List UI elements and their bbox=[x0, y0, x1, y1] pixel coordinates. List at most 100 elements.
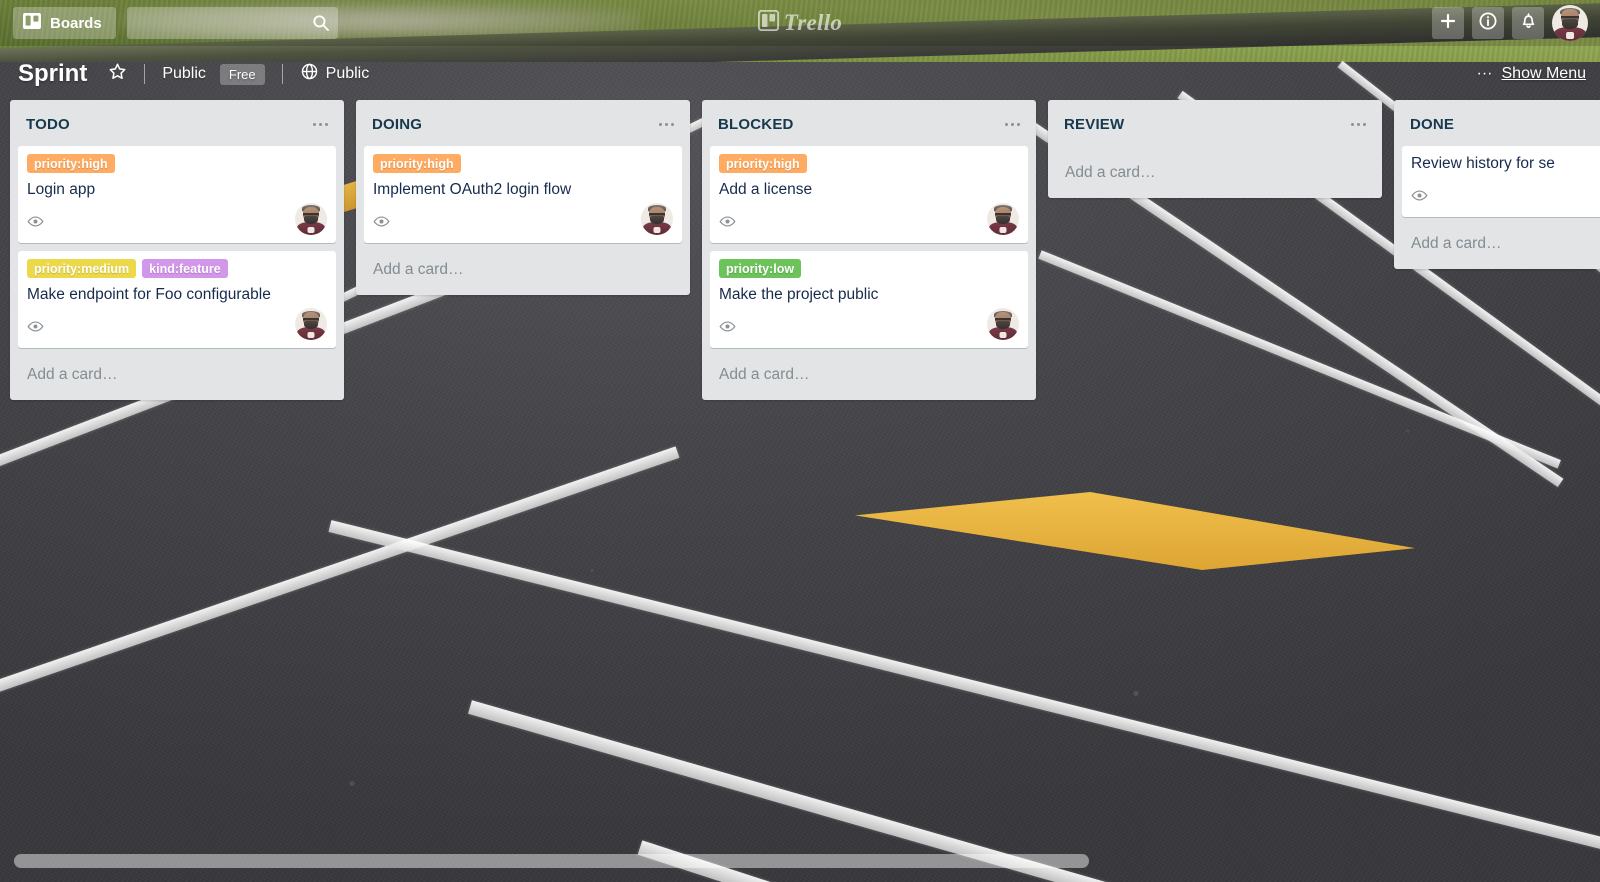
boards-button-label: Boards bbox=[50, 14, 102, 32]
ellipsis-icon: ··· bbox=[1476, 65, 1493, 82]
show-menu-label: Show Menu bbox=[1501, 65, 1587, 82]
card-title: Review history for se bbox=[1411, 155, 1555, 172]
card[interactable]: priority:medium kind:feature Make endpoint… bbox=[18, 251, 336, 349]
list-menu-button[interactable] bbox=[998, 112, 1026, 136]
list-header: BLOCKED bbox=[710, 100, 1028, 146]
trello-logo-text: Trello bbox=[783, 10, 843, 35]
card-title: Make the project public bbox=[719, 286, 879, 304]
board-grid-icon bbox=[23, 12, 41, 34]
star-board-button[interactable] bbox=[99, 58, 136, 90]
watch-eye-icon bbox=[27, 318, 44, 335]
add-card-button[interactable]: Add a card… bbox=[1056, 154, 1374, 190]
list-header: TODO bbox=[18, 100, 336, 146]
list: REVIEW Add a card… bbox=[1048, 100, 1382, 198]
list-title[interactable]: BLOCKED bbox=[718, 116, 998, 133]
top-navigation-bar: Boards Trello bbox=[0, 0, 1600, 46]
information-button[interactable] bbox=[1472, 7, 1504, 39]
card-labels: priority:low bbox=[719, 259, 1019, 279]
card-label[interactable]: priority:low bbox=[719, 259, 802, 279]
card[interactable]: priority:high Login app bbox=[18, 146, 336, 244]
card-label[interactable]: priority:high bbox=[27, 154, 115, 173]
list: TODO priority:high Login app priority:mediu… bbox=[10, 100, 344, 401]
ellipsis-dot bbox=[312, 122, 316, 126]
watch-eye-icon bbox=[27, 213, 44, 230]
avatar-shirt-logo bbox=[1566, 31, 1574, 39]
card-list: priority:high Implement OAuth2 login flow bbox=[364, 146, 682, 244]
notifications-button[interactable] bbox=[1512, 7, 1544, 39]
card-list: priority:high Add a license priority:low Ma… bbox=[710, 146, 1028, 349]
avatar-shirt-logo bbox=[999, 226, 1007, 234]
card-member-avatar[interactable] bbox=[987, 203, 1019, 236]
avatar-shirt-logo bbox=[307, 226, 315, 234]
ellipsis-dot bbox=[1362, 122, 1366, 126]
card-member-avatar[interactable] bbox=[295, 203, 327, 236]
user-avatar[interactable] bbox=[1552, 5, 1588, 41]
board-horizontal-scrollbar[interactable] bbox=[0, 854, 1600, 876]
card-label[interactable]: kind:feature bbox=[142, 259, 228, 279]
list-title[interactable]: TODO bbox=[26, 116, 306, 133]
ellipsis-dot bbox=[1010, 122, 1014, 126]
show-menu-button[interactable]: ··· Show Menu bbox=[1477, 65, 1586, 83]
list-menu-button[interactable] bbox=[1344, 112, 1372, 136]
plus-icon bbox=[1439, 12, 1457, 35]
list-title[interactable]: REVIEW bbox=[1064, 116, 1344, 133]
add-card-button[interactable]: Add a card… bbox=[1402, 225, 1600, 261]
plan-badge: Free bbox=[219, 63, 265, 85]
boards-button[interactable]: Boards bbox=[13, 7, 116, 39]
watch-eye-icon bbox=[719, 318, 736, 335]
card[interactable]: priority:high Add a license bbox=[710, 146, 1028, 244]
watch-eye-icon bbox=[719, 213, 736, 230]
list-title[interactable]: DOING bbox=[372, 116, 652, 133]
watch-eye-icon bbox=[1411, 187, 1428, 204]
add-card-button[interactable]: Add a card… bbox=[710, 356, 1028, 392]
ellipsis-dot bbox=[1356, 122, 1360, 126]
list: DOING priority:high Implement OAuth2 login… bbox=[356, 100, 690, 296]
card-title: Implement OAuth2 login flow bbox=[373, 181, 572, 198]
board-horizontal-scrollbar-thumb[interactable] bbox=[14, 854, 1089, 868]
list-title[interactable]: DONE bbox=[1410, 116, 1600, 133]
card-label[interactable]: priority:medium bbox=[27, 259, 137, 279]
add-button[interactable] bbox=[1432, 7, 1464, 39]
info-icon bbox=[1478, 11, 1498, 36]
search-box[interactable] bbox=[126, 7, 338, 39]
ellipsis-dot bbox=[1004, 122, 1008, 126]
board-organization-button[interactable]: Public bbox=[291, 58, 379, 90]
card-labels: priority:high bbox=[27, 154, 327, 173]
ellipsis-dot bbox=[324, 122, 328, 126]
bell-icon bbox=[1519, 11, 1538, 35]
avatar-shirt-logo bbox=[653, 226, 661, 234]
card-list: Review history for se bbox=[1402, 146, 1600, 218]
card[interactable]: Review history for se bbox=[1402, 146, 1600, 218]
list-menu-button[interactable] bbox=[306, 112, 334, 136]
list-menu-button[interactable] bbox=[652, 112, 680, 136]
card-title: Add a license bbox=[719, 181, 813, 198]
list: DONE Review history for se Add a card… bbox=[1394, 100, 1600, 270]
board-title[interactable]: Sprint bbox=[18, 60, 87, 88]
header-actions bbox=[1432, 5, 1600, 41]
card-badges bbox=[1411, 176, 1600, 210]
search-input[interactable] bbox=[126, 7, 338, 39]
list-header: DOING bbox=[364, 100, 682, 146]
trello-logo-icon bbox=[757, 9, 779, 36]
card-label[interactable]: priority:high bbox=[719, 154, 807, 173]
card-labels: priority:high bbox=[719, 154, 1019, 173]
avatar-shirt-logo bbox=[307, 331, 315, 339]
ellipsis-dot bbox=[1350, 122, 1354, 126]
card-member-avatar[interactable] bbox=[641, 203, 673, 236]
watch-eye-icon bbox=[373, 213, 390, 230]
add-card-button[interactable]: Add a card… bbox=[364, 251, 682, 287]
add-card-button[interactable]: Add a card… bbox=[18, 356, 336, 392]
card-badges bbox=[719, 202, 1019, 236]
card-member-avatar[interactable] bbox=[295, 308, 327, 341]
board-lists-container: TODO priority:high Login app priority:mediu… bbox=[0, 100, 1600, 845]
card-member-avatar[interactable] bbox=[987, 308, 1019, 341]
card-label[interactable]: priority:high bbox=[373, 154, 461, 173]
card[interactable]: priority:low Make the project public bbox=[710, 251, 1028, 349]
ellipsis-dot bbox=[670, 122, 674, 126]
card[interactable]: priority:high Implement OAuth2 login flow bbox=[364, 146, 682, 244]
board-visibility-button[interactable]: Public Free bbox=[153, 58, 273, 90]
star-icon bbox=[108, 62, 127, 86]
ellipsis-dot bbox=[318, 122, 322, 126]
globe-icon bbox=[300, 62, 319, 86]
card-badges bbox=[27, 307, 327, 341]
